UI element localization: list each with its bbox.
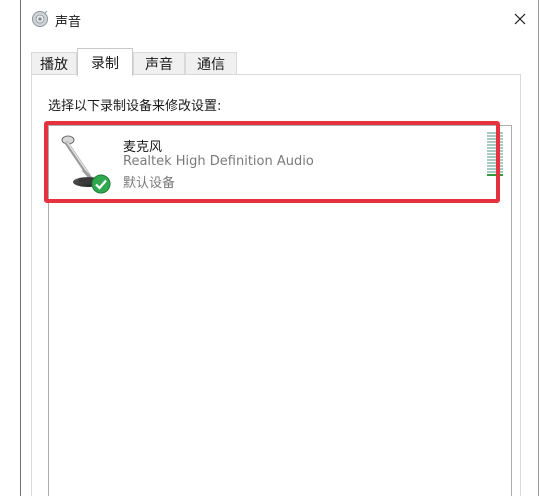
level-meter-bar (487, 150, 503, 152)
sound-dialog: 声音 播放 录制 声音 通信 选择以下录制设备来修改设置: 麦克风 Realte… (0, 0, 541, 496)
tab-sounds[interactable]: 声音 (133, 52, 185, 74)
level-meter-bar (487, 159, 503, 161)
level-meter-bar (487, 165, 503, 167)
level-meter-bar (487, 162, 503, 164)
tab-playback[interactable]: 播放 (31, 52, 77, 74)
level-meter-bar (487, 141, 503, 143)
level-meter-bar (487, 132, 503, 134)
device-list[interactable]: 麦克风 Realtek High Definition Audio 默认设备 (44, 121, 512, 496)
tab-control: 播放 录制 声音 通信 选择以下录制设备来修改设置: 麦克风 Realtek H… (21, 40, 538, 496)
level-meter-bar (487, 135, 503, 137)
tab-recording[interactable]: 录制 (77, 48, 133, 76)
window-border-right (538, 0, 539, 496)
speaker-app-icon (31, 10, 49, 28)
title-bar[interactable]: 声音 (21, 0, 538, 40)
level-meter-bar (487, 156, 503, 158)
close-icon (514, 10, 526, 29)
recording-panel: 选择以下录制设备来修改设置: 麦克风 Realtek High Definiti… (31, 75, 521, 496)
device-name: 麦克风 (123, 140, 163, 155)
device-item-microphone[interactable]: 麦克风 Realtek High Definition Audio 默认设备 (44, 121, 511, 206)
tab-communications[interactable]: 通信 (185, 52, 237, 74)
level-meter-bar (487, 147, 503, 149)
window-title: 声音 (55, 15, 82, 30)
level-meter-bar (487, 138, 503, 140)
device-status: 默认设备 (123, 176, 176, 191)
default-check-icon (91, 174, 111, 194)
input-level-meter (487, 132, 503, 178)
level-meter-bar (487, 153, 503, 155)
instruction-label: 选择以下录制设备来修改设置: (48, 99, 222, 114)
device-driver: Realtek High Definition Audio (123, 154, 314, 169)
close-button[interactable] (505, 4, 535, 34)
level-meter-bar (487, 144, 503, 146)
level-meter-bar (487, 174, 503, 176)
level-meter-bar (487, 171, 503, 173)
level-meter-bar (487, 168, 503, 170)
